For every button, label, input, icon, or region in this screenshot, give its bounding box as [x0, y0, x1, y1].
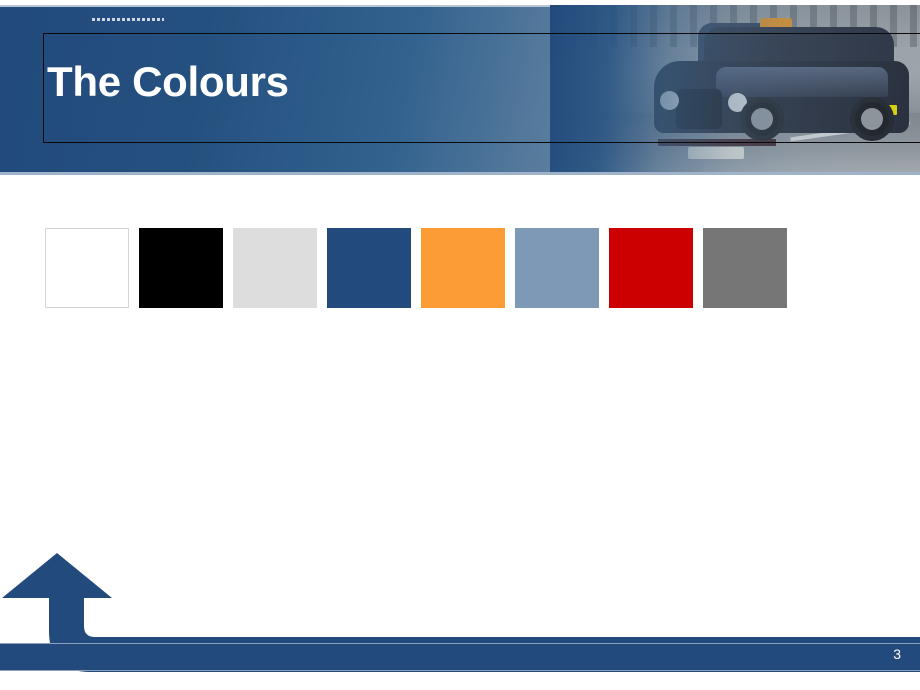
swatch-white[interactable]	[45, 228, 129, 308]
page-number: 3	[893, 646, 901, 662]
swatch-light-grey[interactable]	[233, 228, 317, 308]
swatch-red[interactable]	[609, 228, 693, 308]
swatch-steel-blue[interactable]	[515, 228, 599, 308]
header-eyebrow-rule	[92, 18, 164, 21]
swatch-orange[interactable]	[421, 228, 505, 308]
colour-swatch-row	[45, 228, 787, 308]
swatch-grey[interactable]	[703, 228, 787, 308]
swatch-black[interactable]	[139, 228, 223, 308]
page-title: The Colours	[47, 58, 289, 105]
swatch-dark-blue[interactable]	[327, 228, 411, 308]
slide: The Colours 3	[0, 0, 920, 690]
footer-bar	[0, 643, 920, 671]
